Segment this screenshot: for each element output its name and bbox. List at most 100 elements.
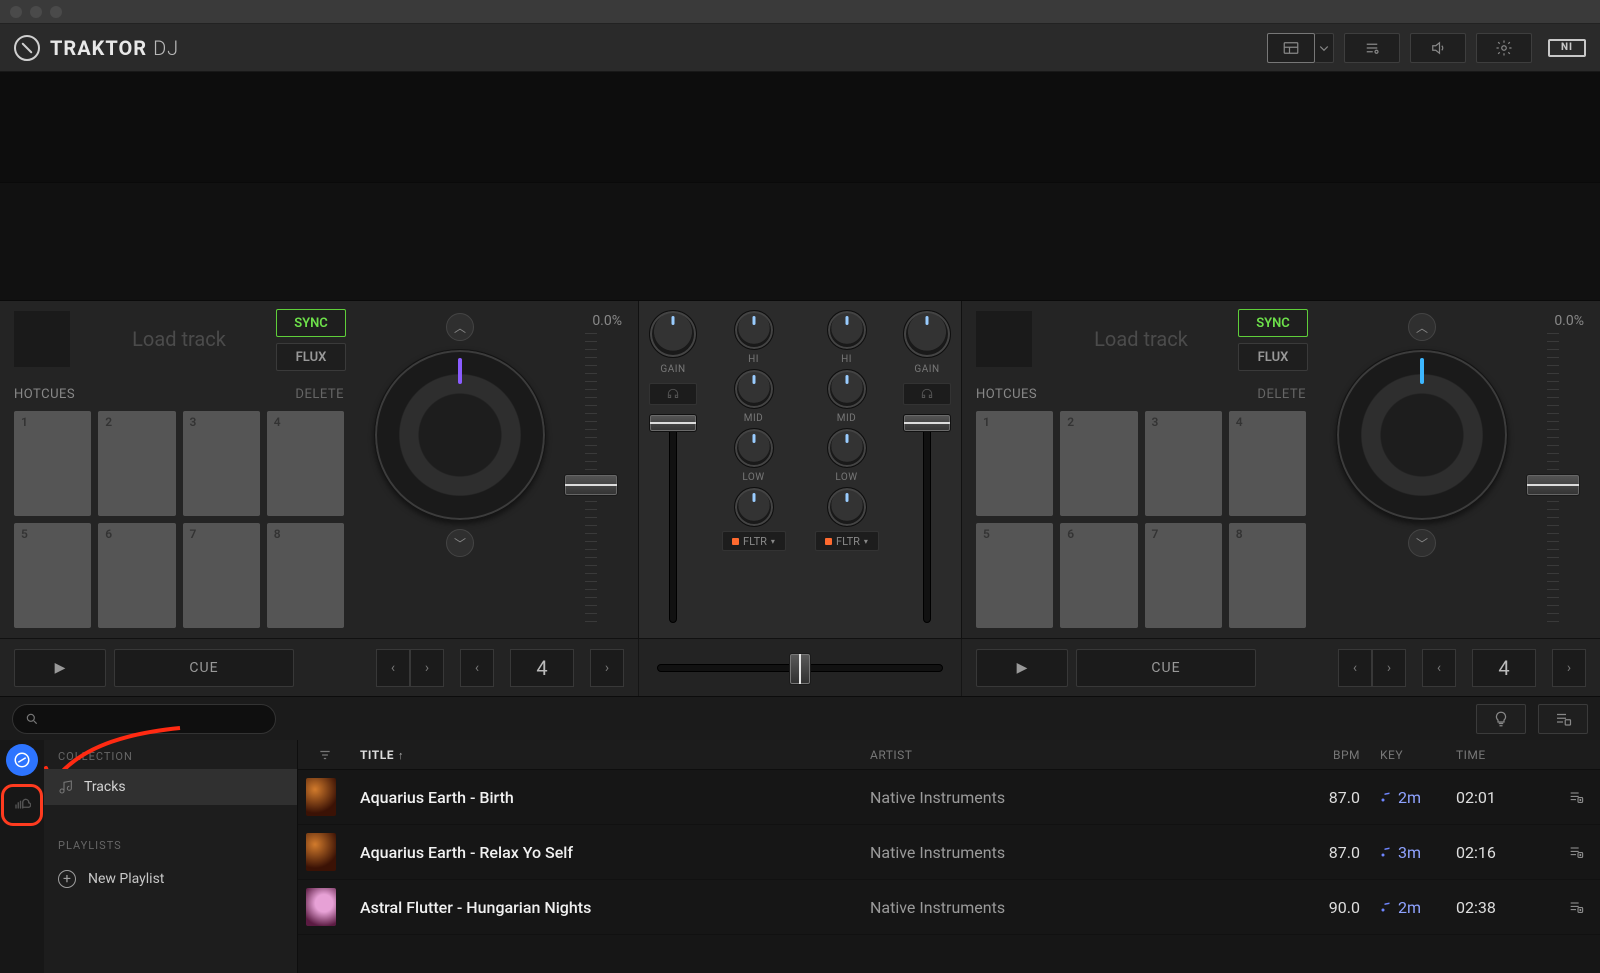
close-dot[interactable] xyxy=(10,6,22,18)
column-title[interactable]: TITLE↑ xyxy=(352,748,870,762)
new-playlist-button[interactable]: + New Playlist xyxy=(44,858,297,900)
add-to-prep-button[interactable] xyxy=(1552,844,1600,860)
fader-handle[interactable] xyxy=(903,414,951,432)
deck-b-panel-up[interactable]: ︿ xyxy=(1408,313,1436,341)
beat-jump-value-b[interactable]: 4 xyxy=(1472,649,1536,687)
add-to-prep-button[interactable] xyxy=(1552,789,1600,805)
hotcue-pad[interactable]: 6 xyxy=(98,523,175,628)
loop-size-up-a[interactable]: › xyxy=(410,649,444,687)
add-to-prep-button[interactable] xyxy=(1552,899,1600,915)
hotcue-pad[interactable]: 6 xyxy=(1060,523,1137,628)
sidebar-item-tracks[interactable]: Tracks xyxy=(44,769,297,805)
hotcue-pad[interactable]: 7 xyxy=(183,523,260,628)
deck-a-sync-button[interactable]: SYNC xyxy=(276,309,346,337)
headphone-cue-b[interactable] xyxy=(903,383,951,405)
crossfader-handle[interactable] xyxy=(789,653,811,685)
table-row[interactable]: Astral Flutter - Hungarian Nights Native… xyxy=(298,880,1600,935)
column-filter[interactable] xyxy=(298,748,352,762)
gain-knob-b[interactable] xyxy=(903,310,951,358)
deck-b-hotcue-delete[interactable]: DELETE xyxy=(1257,387,1306,402)
waveform-main[interactable] xyxy=(0,182,1600,300)
cue-button-b[interactable]: CUE xyxy=(1076,649,1256,687)
filter-knob-a[interactable] xyxy=(734,487,774,527)
deck-a-artwork[interactable] xyxy=(14,311,70,367)
beat-nav-left-b[interactable]: ‹ xyxy=(1422,649,1456,687)
settings-button[interactable] xyxy=(1476,33,1532,63)
deck-b-sync-button[interactable]: SYNC xyxy=(1238,309,1308,337)
hotcue-pad[interactable]: 4 xyxy=(267,411,344,516)
filter-knob-b[interactable] xyxy=(827,487,867,527)
column-artist[interactable]: ARTIST xyxy=(870,748,1300,762)
deck-a-panel-up[interactable]: ︿ xyxy=(446,313,474,341)
fader-handle[interactable] xyxy=(649,414,697,432)
loop-size-down-b[interactable]: ‹ xyxy=(1338,649,1372,687)
cue-button-a[interactable]: CUE xyxy=(114,649,294,687)
hotcue-pad[interactable]: 5 xyxy=(14,523,91,628)
deck-a-jogwheel[interactable] xyxy=(374,349,546,521)
column-key[interactable]: KEY xyxy=(1380,748,1456,762)
table-row[interactable]: Aquarius Earth - Birth Native Instrument… xyxy=(298,770,1600,825)
column-bpm[interactable]: BPM xyxy=(1300,748,1380,762)
hotcue-pad[interactable]: 5 xyxy=(976,523,1053,628)
play-button-a[interactable]: ▶ xyxy=(14,649,106,687)
preparation-list-button[interactable] xyxy=(1538,704,1588,734)
tempo-handle[interactable] xyxy=(564,474,618,496)
deck-b-tempo-fader[interactable] xyxy=(1547,333,1559,626)
deck-a-panel-down[interactable]: ﹀ xyxy=(446,529,474,557)
table-row[interactable]: Aquarius Earth - Relax Yo Self Native In… xyxy=(298,825,1600,880)
eq-low-knob-b[interactable] xyxy=(827,428,867,468)
hotcue-pad[interactable]: 1 xyxy=(976,411,1053,516)
eq-hi-knob-b[interactable] xyxy=(827,310,867,350)
layout-dropdown[interactable] xyxy=(1315,33,1334,63)
volume-fader-a[interactable] xyxy=(645,411,701,629)
eq-low-knob-a[interactable] xyxy=(734,428,774,468)
play-button-b[interactable]: ▶ xyxy=(976,649,1068,687)
fullscreen-dot[interactable] xyxy=(50,6,62,18)
brand-sub: DJ xyxy=(153,36,179,60)
hotcue-pad[interactable]: 2 xyxy=(1060,411,1137,516)
deck-a-tempo-fader[interactable] xyxy=(585,333,597,626)
recommendations-button[interactable] xyxy=(1476,704,1526,734)
eq-hi-knob-a[interactable] xyxy=(734,310,774,350)
deck-b-artwork[interactable] xyxy=(976,311,1032,367)
beat-nav-right-a[interactable]: › xyxy=(590,649,624,687)
track-artwork xyxy=(306,778,336,816)
loop-size-up-b[interactable]: › xyxy=(1372,649,1406,687)
volume-fader-b[interactable] xyxy=(899,411,955,629)
waveform-overview[interactable] xyxy=(0,72,1600,182)
queue-button[interactable] xyxy=(1344,33,1400,63)
crossfader[interactable] xyxy=(657,664,943,672)
source-soundcloud[interactable] xyxy=(1,784,43,826)
hotcue-pad[interactable]: 2 xyxy=(98,411,175,516)
headphone-cue-a[interactable] xyxy=(649,383,697,405)
beat-nav-right-b[interactable]: › xyxy=(1552,649,1586,687)
minimize-dot[interactable] xyxy=(30,6,42,18)
eq-mid-knob-b[interactable] xyxy=(827,369,867,409)
hotcue-pad[interactable]: 3 xyxy=(183,411,260,516)
hotcue-pad[interactable]: 8 xyxy=(267,523,344,628)
hotcue-pad[interactable]: 4 xyxy=(1229,411,1306,516)
deck-b-jogwheel[interactable] xyxy=(1336,349,1508,521)
filter-toggle-b[interactable]: FLTR▾ xyxy=(815,531,879,551)
deck-b-panel-down[interactable]: ﹀ xyxy=(1408,529,1436,557)
search-input[interactable] xyxy=(12,704,276,734)
hotcue-pad[interactable]: 3 xyxy=(1145,411,1222,516)
hotcue-pad[interactable]: 7 xyxy=(1145,523,1222,628)
gain-knob-a[interactable] xyxy=(649,310,697,358)
layout-button[interactable] xyxy=(1267,33,1315,63)
beat-nav-left-a[interactable]: ‹ xyxy=(460,649,494,687)
ni-logo[interactable]: NI xyxy=(1548,39,1586,57)
loop-size-down-a[interactable]: ‹ xyxy=(376,649,410,687)
deck-a-hotcue-delete[interactable]: DELETE xyxy=(295,387,344,402)
hotcue-pad[interactable]: 1 xyxy=(14,411,91,516)
filter-toggle-a[interactable]: FLTR▾ xyxy=(722,531,786,551)
hotcue-pad[interactable]: 8 xyxy=(1229,523,1306,628)
source-traktor[interactable] xyxy=(8,746,36,774)
beat-jump-value-a[interactable]: 4 xyxy=(510,649,574,687)
deck-b-flux-button[interactable]: FLUX xyxy=(1238,343,1308,371)
column-time[interactable]: TIME xyxy=(1456,748,1552,762)
audio-button[interactable] xyxy=(1410,33,1466,63)
tempo-handle[interactable] xyxy=(1526,474,1580,496)
eq-mid-knob-a[interactable] xyxy=(734,369,774,409)
deck-a-flux-button[interactable]: FLUX xyxy=(276,343,346,371)
